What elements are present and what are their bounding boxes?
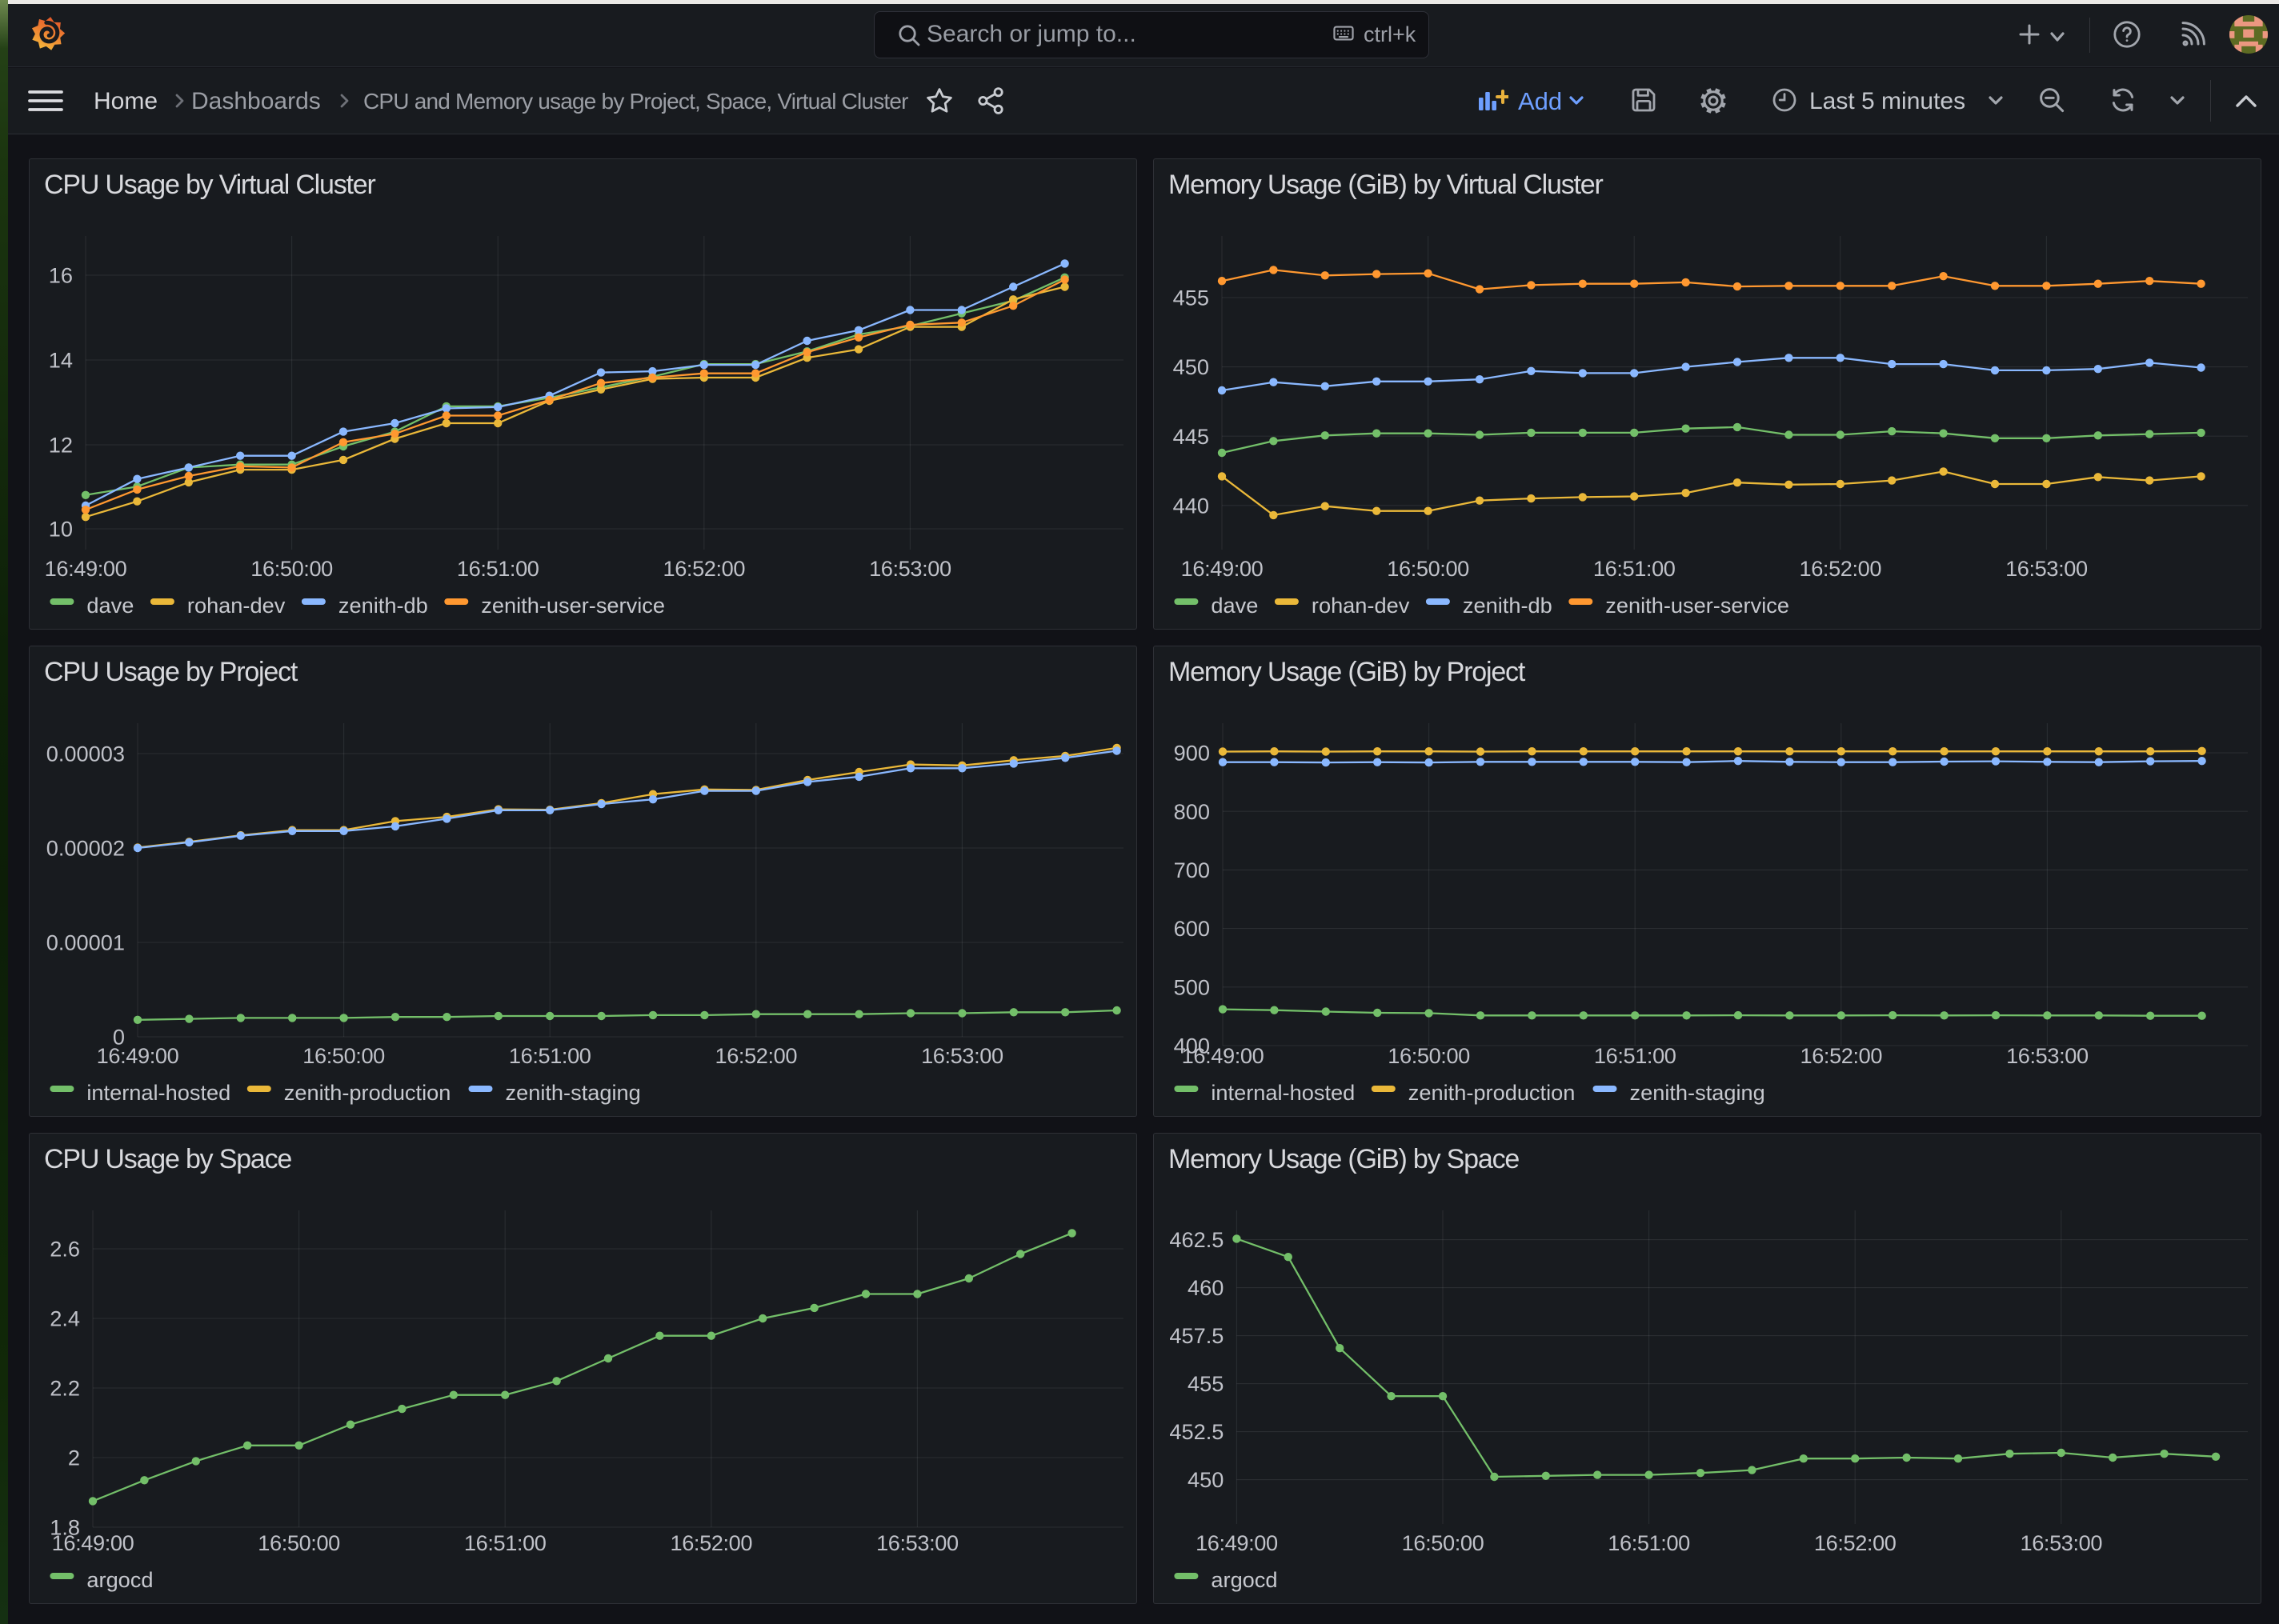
svg-text:16:49:00: 16:49:00 xyxy=(1196,1530,1278,1555)
svg-text:900: 900 xyxy=(1174,740,1210,765)
svg-text:440: 440 xyxy=(1173,493,1209,518)
svg-text:dave: dave xyxy=(1211,593,1258,618)
svg-text:argocd: argocd xyxy=(1211,1567,1277,1592)
svg-text:zenith-staging: zenith-staging xyxy=(1630,1080,1765,1105)
svg-text:rohan-dev: rohan-dev xyxy=(187,593,286,618)
svg-text:700: 700 xyxy=(1174,858,1210,882)
svg-text:internal-hosted: internal-hosted xyxy=(1211,1080,1355,1105)
svg-text:450: 450 xyxy=(1173,354,1209,379)
svg-text:zenith-user-service: zenith-user-service xyxy=(481,593,665,618)
svg-text:16:49:00: 16:49:00 xyxy=(97,1043,179,1068)
svg-text:16:53:00: 16:53:00 xyxy=(2020,1530,2102,1555)
svg-text:16:49:00: 16:49:00 xyxy=(1182,1043,1264,1068)
svg-text:457.5: 457.5 xyxy=(1169,1323,1224,1348)
svg-text:16:53:00: 16:53:00 xyxy=(921,1043,1003,1068)
svg-text:rohan-dev: rohan-dev xyxy=(1312,593,1410,618)
svg-text:16:51:00: 16:51:00 xyxy=(1593,556,1676,581)
svg-text:14: 14 xyxy=(49,348,73,373)
svg-text:16:50:00: 16:50:00 xyxy=(258,1530,340,1555)
svg-text:zenith-production: zenith-production xyxy=(284,1080,451,1105)
svg-text:10: 10 xyxy=(49,517,73,542)
svg-text:455: 455 xyxy=(1173,286,1209,310)
svg-text:16:53:00: 16:53:00 xyxy=(876,1530,959,1555)
svg-text:0.00001: 0.00001 xyxy=(46,930,125,954)
svg-text:462.5: 462.5 xyxy=(1169,1227,1224,1252)
svg-text:16:50:00: 16:50:00 xyxy=(302,1043,385,1068)
svg-text:500: 500 xyxy=(1174,974,1210,999)
svg-text:16:49:00: 16:49:00 xyxy=(52,1530,134,1555)
svg-text:16:52:00: 16:52:00 xyxy=(1814,1530,1896,1555)
svg-text:2.4: 2.4 xyxy=(50,1306,80,1331)
svg-text:460: 460 xyxy=(1188,1275,1224,1300)
svg-text:2.2: 2.2 xyxy=(50,1376,80,1401)
svg-text:16:52:00: 16:52:00 xyxy=(715,1043,797,1068)
svg-text:zenith-production: zenith-production xyxy=(1408,1080,1576,1105)
svg-text:16:53:00: 16:53:00 xyxy=(2006,1043,2089,1068)
svg-text:2: 2 xyxy=(68,1446,80,1470)
svg-text:16:53:00: 16:53:00 xyxy=(869,556,951,581)
svg-text:16:53:00: 16:53:00 xyxy=(2005,556,2088,581)
svg-text:argocd: argocd xyxy=(86,1567,153,1592)
svg-text:16:51:00: 16:51:00 xyxy=(1608,1530,1690,1555)
svg-text:internal-hosted: internal-hosted xyxy=(86,1080,230,1105)
svg-text:zenith-db: zenith-db xyxy=(338,593,428,618)
svg-text:0.00003: 0.00003 xyxy=(46,741,125,766)
svg-text:455: 455 xyxy=(1188,1371,1224,1396)
svg-text:16:51:00: 16:51:00 xyxy=(509,1043,591,1068)
svg-text:16:52:00: 16:52:00 xyxy=(1800,1043,1882,1068)
svg-text:16:52:00: 16:52:00 xyxy=(670,1530,752,1555)
svg-text:16:51:00: 16:51:00 xyxy=(457,556,539,581)
svg-text:16:49:00: 16:49:00 xyxy=(1181,556,1264,581)
svg-text:16:50:00: 16:50:00 xyxy=(1387,556,1469,581)
svg-text:zenith-user-service: zenith-user-service xyxy=(1605,593,1789,618)
svg-text:16:52:00: 16:52:00 xyxy=(663,556,745,581)
svg-text:452.5: 452.5 xyxy=(1169,1419,1224,1444)
svg-text:600: 600 xyxy=(1174,916,1210,941)
svg-text:16:52:00: 16:52:00 xyxy=(1799,556,1881,581)
svg-text:zenith-staging: zenith-staging xyxy=(506,1080,641,1105)
svg-text:16:51:00: 16:51:00 xyxy=(1594,1043,1676,1068)
svg-text:16:50:00: 16:50:00 xyxy=(1388,1043,1470,1068)
svg-text:16:51:00: 16:51:00 xyxy=(464,1530,547,1555)
svg-text:12: 12 xyxy=(49,433,73,458)
svg-text:450: 450 xyxy=(1188,1467,1224,1492)
svg-text:zenith-db: zenith-db xyxy=(1463,593,1552,618)
svg-text:445: 445 xyxy=(1173,424,1209,449)
svg-text:16:49:00: 16:49:00 xyxy=(45,556,127,581)
svg-text:dave: dave xyxy=(86,593,134,618)
svg-text:0.00002: 0.00002 xyxy=(46,835,125,860)
svg-text:800: 800 xyxy=(1174,798,1210,823)
svg-text:2.6: 2.6 xyxy=(50,1237,80,1262)
svg-text:16: 16 xyxy=(49,263,73,288)
svg-text:16:50:00: 16:50:00 xyxy=(250,556,333,581)
svg-text:16:50:00: 16:50:00 xyxy=(1402,1530,1484,1555)
